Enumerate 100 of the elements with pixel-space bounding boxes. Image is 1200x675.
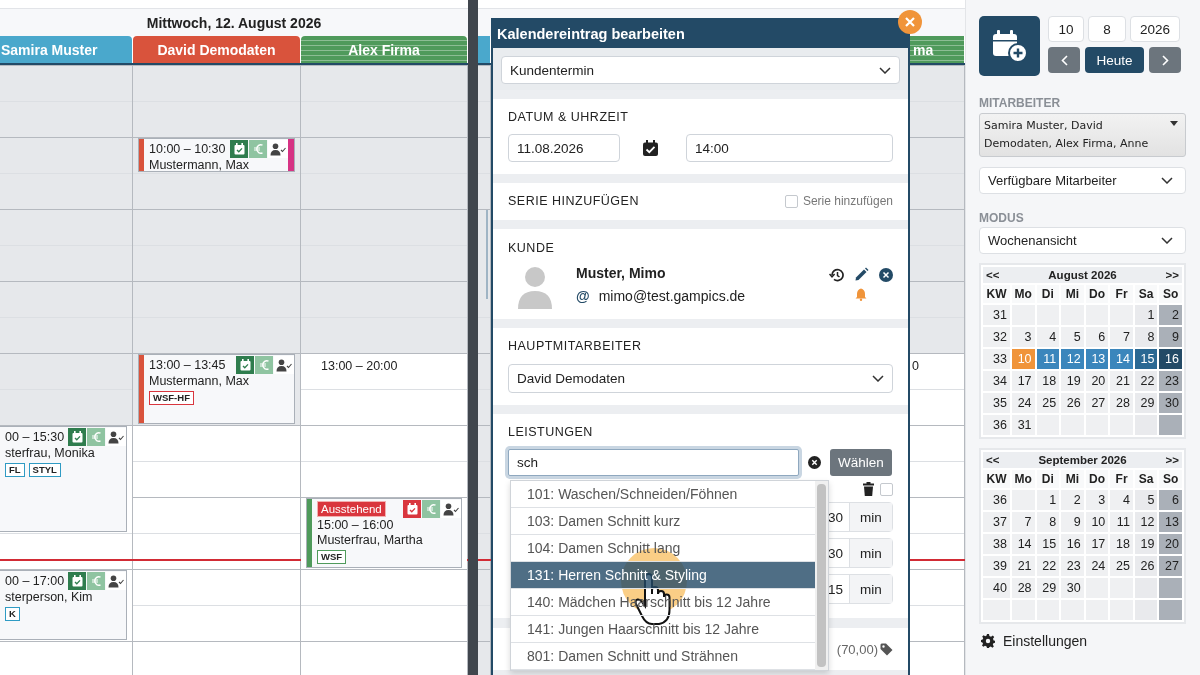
calendar-day[interactable]: 5 [1061, 327, 1084, 347]
calendar-day[interactable]: 4 [1036, 327, 1060, 347]
calendar-day[interactable]: 14 [1110, 349, 1133, 369]
calendar-day[interactable]: 12 [1134, 512, 1158, 532]
calendar-day[interactable]: 21 [1110, 371, 1133, 391]
add-appointment-button[interactable] [979, 16, 1040, 76]
week-number[interactable]: 32 [983, 327, 1010, 347]
service-option[interactable]: 131: Herren Schnitt & Styling [511, 562, 815, 589]
calendar-day[interactable]: 6 [1159, 490, 1182, 510]
calendar-day[interactable]: 23 [1159, 371, 1182, 391]
week-number[interactable]: 36 [983, 490, 1010, 510]
week-number[interactable]: 31 [983, 305, 1010, 325]
calendar-day[interactable]: 22 [1036, 556, 1060, 576]
calendar-day[interactable]: 19 [1134, 534, 1158, 554]
calendar-day[interactable]: 30 [1061, 578, 1084, 598]
service-option[interactable]: 101: Waschen/Schneiden/Föhnen [511, 481, 815, 508]
calendar-day[interactable]: 7 [1110, 327, 1133, 347]
day-field[interactable]: 10 [1048, 16, 1084, 42]
calendar-day[interactable]: 30 [1159, 393, 1182, 413]
calendar-day[interactable]: 8 [1134, 327, 1158, 347]
calendar-day[interactable]: 26 [1134, 556, 1158, 576]
staff-multiselect[interactable]: Samira Muster, David Demodaten, Alex Firma, Anne [979, 113, 1186, 157]
calendar-day[interactable]: 29 [1036, 578, 1060, 598]
calendar-day[interactable]: 8 [1036, 512, 1060, 532]
week-number[interactable]: 38 [983, 534, 1010, 554]
calendar-day[interactable]: 12 [1061, 349, 1084, 369]
week-number[interactable]: 35 [983, 393, 1010, 413]
previous-button[interactable] [1048, 47, 1080, 73]
service-option[interactable]: 141: Jungen Haarschnitt bis 12 Jahre [511, 616, 815, 643]
week-number[interactable]: 34 [983, 371, 1010, 391]
calendar-day[interactable]: 18 [1110, 534, 1133, 554]
checkbox-label[interactable]: Serie hinzufügen [802, 194, 893, 208]
checkbox[interactable] [880, 482, 893, 496]
week-number[interactable]: 37 [983, 512, 1010, 532]
service-option[interactable]: 103: Damen Schnitt kurz [511, 508, 815, 535]
calendar-day[interactable]: 2 [1159, 305, 1182, 325]
time-field[interactable]: 14:00 [686, 134, 893, 162]
next-month-link[interactable]: >> [1165, 454, 1179, 466]
pencil-icon[interactable] [854, 267, 869, 282]
service-search-field[interactable]: sch [508, 449, 799, 476]
calendar-check-icon[interactable] [643, 140, 658, 156]
week-number[interactable]: 36 [983, 415, 1010, 435]
calendar-day[interactable]: 17 [1085, 534, 1109, 554]
clear-icon[interactable] [808, 456, 821, 469]
calendar-day[interactable]: 16 [1159, 349, 1182, 369]
next-month-link[interactable]: >> [1165, 269, 1179, 281]
appointment-type-select[interactable]: Kundentermin [501, 56, 900, 84]
date-field[interactable]: 11.08.2026 [508, 134, 620, 162]
calendar-day[interactable]: 24 [1085, 556, 1109, 576]
calendar-day[interactable]: 28 [1110, 393, 1133, 413]
calendar-day[interactable]: 25 [1110, 556, 1133, 576]
today-button[interactable]: Heute [1085, 47, 1144, 73]
trash-icon[interactable] [863, 482, 874, 496]
previous-month-link[interactable]: << [986, 269, 1000, 281]
calendar-day[interactable]: 21 [1012, 556, 1035, 576]
calendar-day[interactable]: 13 [1085, 349, 1109, 369]
calendar-day[interactable]: 19 [1061, 371, 1084, 391]
history-icon[interactable] [829, 267, 844, 282]
calendar-day[interactable]: 9 [1061, 512, 1084, 532]
next-button[interactable] [1149, 47, 1181, 73]
view-mode-select[interactable]: Wochenansicht [979, 227, 1186, 254]
main-staff-select[interactable]: David Demodaten [508, 364, 893, 393]
calendar-day[interactable]: 1 [1036, 490, 1060, 510]
calendar-day[interactable]: 11 [1036, 349, 1060, 369]
calendar-day[interactable]: 23 [1061, 556, 1084, 576]
calendar-day[interactable]: 20 [1085, 371, 1109, 391]
availability-select[interactable]: Verfügbare Mitarbeiter [979, 167, 1186, 194]
calendar-day[interactable]: 31 [1012, 415, 1035, 435]
calendar-day[interactable]: 9 [1159, 327, 1182, 347]
calendar-day[interactable]: 4 [1110, 490, 1133, 510]
service-option[interactable]: 801: Damen Schnitt und Strähnen [511, 643, 815, 670]
calendar-day[interactable]: 15 [1036, 534, 1060, 554]
calendar-day[interactable]: 10 [1085, 512, 1109, 532]
remove-icon[interactable] [879, 267, 893, 282]
calendar-day[interactable]: 2 [1061, 490, 1084, 510]
time-slot[interactable] [478, 533, 490, 569]
calendar-day[interactable]: 1 [1134, 305, 1158, 325]
calendar-day[interactable]: 29 [1134, 393, 1158, 413]
calendar-day[interactable]: 22 [1134, 371, 1158, 391]
calendar-day[interactable]: 27 [1085, 393, 1109, 413]
calendar-day[interactable]: 16 [1061, 534, 1084, 554]
calendar-day[interactable]: 20 [1159, 534, 1182, 554]
calendar-day[interactable]: 5 [1134, 490, 1158, 510]
calendar-day[interactable]: 24 [1012, 393, 1035, 413]
calendar-day[interactable]: 15 [1134, 349, 1158, 369]
calendar-day[interactable]: 14 [1012, 534, 1035, 554]
settings-link[interactable]: Einstellungen [1003, 633, 1088, 649]
calendar-day[interactable]: 3 [1085, 490, 1109, 510]
calendar-day[interactable]: 13 [1159, 512, 1182, 532]
series-checkbox[interactable] [784, 194, 798, 208]
calendar-day[interactable]: 6 [1085, 327, 1109, 347]
calendar-day[interactable]: 17 [1012, 371, 1035, 391]
calendar-day[interactable]: 7 [1012, 512, 1035, 532]
week-number[interactable]: 39 [983, 556, 1010, 576]
calendar-day[interactable]: 25 [1036, 393, 1060, 413]
appointment-edge[interactable] [486, 210, 488, 299]
week-number[interactable]: 40 [983, 578, 1010, 598]
calendar-day[interactable]: 11 [1110, 512, 1133, 532]
year-field[interactable]: 2026 [1130, 16, 1180, 42]
bell-icon[interactable] [855, 288, 867, 301]
